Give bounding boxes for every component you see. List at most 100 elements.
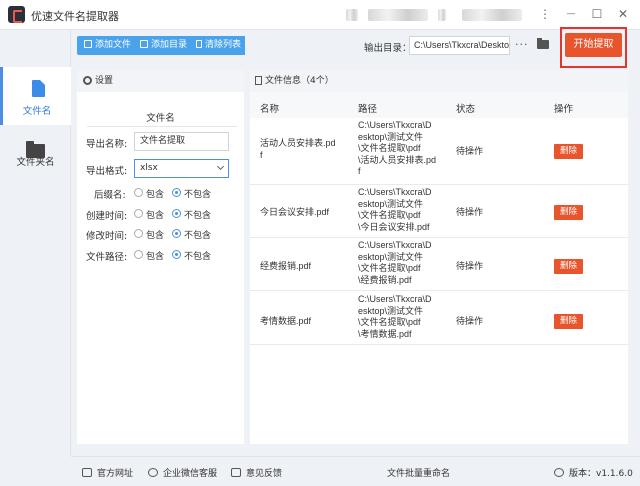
minimize-button[interactable]: — — [560, 4, 582, 24]
blurred-avatar — [346, 9, 358, 21]
table-row-4-name: 考情数据.pdf — [260, 316, 311, 328]
wechat-icon — [148, 468, 158, 477]
feedback-label: 意见反馈 — [246, 469, 283, 479]
suffix-include-radio[interactable] — [134, 188, 143, 197]
suffix-include-label: 包含 — [146, 190, 165, 200]
column-header-action: 操作 — [554, 104, 574, 115]
website-icon — [82, 468, 92, 477]
path-line: C:\Users\Tkxcra\D — [358, 240, 432, 250]
path-include-radio[interactable] — [134, 250, 143, 259]
path-line: esktop\测试文件 — [358, 305, 424, 316]
created-exclude-radio[interactable] — [172, 209, 181, 218]
path-line: C:\Users\Tkxcra\D — [358, 187, 432, 197]
export-name-label: 导出名称: — [86, 139, 128, 150]
refresh-icon — [554, 468, 564, 477]
table-row-2-name: 今日会议安排.pdf — [260, 207, 329, 219]
wechat-label: 企业微信客服 — [163, 469, 218, 479]
delete-button[interactable]: 删除 — [554, 259, 583, 274]
close-button[interactable]: ✕ — [612, 4, 634, 24]
delete-button[interactable]: 删除 — [554, 205, 583, 220]
path-line: C:\Users\Tkxcra\D — [358, 120, 432, 130]
suffix-exclude-radio[interactable] — [172, 188, 181, 197]
file-info-header: 文件信息（4个） — [250, 70, 628, 92]
clear-list-button[interactable]: 清除列表 — [192, 36, 246, 55]
row-divider — [250, 344, 628, 345]
document-icon — [255, 76, 262, 85]
path-line: \考情数据.pdf — [358, 328, 412, 339]
gear-icon — [83, 76, 92, 85]
menu-icon[interactable]: ⋮ — [534, 4, 556, 24]
footer-bar: 官方网址 企业微信客服 意见反馈 文件批量重命名 版本：v1.1.6.0 — [71, 456, 640, 486]
sidebar-item-foldername[interactable]: 文件夹名 — [0, 127, 71, 185]
modified-exclude-label: 不包含 — [184, 231, 212, 241]
title-bar: 优速文件名提取器 ⋮ — ☐ ✕ — [0, 0, 640, 30]
open-folder-icon[interactable] — [537, 38, 549, 49]
export-format-label: 导出格式: — [86, 166, 128, 177]
name-line: 经费报销.pdf — [260, 261, 312, 271]
modified-include-label: 包含 — [146, 231, 165, 241]
add-dir-label: 添加目录 — [151, 40, 188, 50]
section-title: 文件名 — [146, 113, 175, 124]
website-link[interactable]: 官方网址 — [82, 466, 133, 479]
maximize-button[interactable]: ☐ — [586, 4, 608, 24]
name-line: 活动人员安排表.pd — [260, 138, 336, 148]
table-row-3-name: 经费报销.pdf — [260, 261, 311, 273]
delete-button[interactable]: 删除 — [554, 314, 583, 329]
file-icon — [32, 80, 45, 97]
path-line: \经费报销.pdf — [358, 274, 412, 285]
table-row-2-path: C:\Users\Tkxcra\D esktop\测试文件 \文件名提取\pdf… — [358, 187, 432, 233]
add-folder-icon — [140, 40, 148, 48]
export-format-select[interactable]: xlsx — [134, 159, 229, 178]
more-options-button[interactable]: ··· — [515, 38, 529, 51]
suffix-label: 后缀名: — [94, 190, 126, 201]
column-header-status: 状态 — [456, 104, 476, 115]
trash-icon — [196, 40, 202, 48]
path-exclude-radio[interactable] — [172, 250, 181, 259]
feedback-link[interactable]: 意见反馈 — [231, 466, 282, 479]
row-divider — [250, 290, 628, 291]
created-time-label: 创建时间: — [86, 211, 128, 222]
created-include-label: 包含 — [146, 211, 165, 221]
settings-title: 设置 — [95, 76, 114, 86]
feedback-icon — [231, 468, 241, 477]
settings-panel: 设置 文件名 导出名称: 文件名提取 导出格式: xlsx 后缀名: 包含 不包… — [77, 70, 244, 444]
wechat-service-link[interactable]: 企业微信客服 — [148, 466, 217, 479]
path-line: esktop\测试文件 — [358, 198, 424, 209]
add-file-label: 添加文件 — [95, 40, 132, 50]
path-line: \文件名提取\pdf — [358, 317, 421, 327]
table-row-2-status: 待操作 — [456, 207, 484, 217]
path-include-label: 包含 — [146, 252, 165, 262]
row-divider — [250, 237, 628, 238]
website-label: 官方网址 — [97, 469, 134, 479]
table-row-1-status: 待操作 — [456, 146, 484, 156]
blurred-info — [462, 9, 522, 21]
table-row-4-path: C:\Users\Tkxcra\D esktop\测试文件 \文件名提取\pdf… — [358, 294, 432, 340]
clear-list-label: 清除列表 — [205, 40, 242, 50]
add-file-button[interactable]: 添加文件 — [80, 36, 136, 55]
output-dir-label: 输出目录： — [364, 43, 412, 54]
table-row-1-name: 活动人员安排表.pd f — [260, 138, 336, 161]
suffix-exclude-label: 不包含 — [184, 190, 212, 200]
sidebar-item-label: 文件夹名 — [16, 157, 55, 168]
section-divider — [87, 126, 237, 127]
batch-rename-link[interactable]: 文件批量重命名 — [387, 466, 450, 479]
modified-include-radio[interactable] — [134, 229, 143, 238]
modified-exclude-radio[interactable] — [172, 229, 181, 238]
output-dir-input[interactable]: C:\Users\Tkxcra\Desktop — [409, 36, 510, 55]
add-file-icon — [84, 40, 92, 48]
sidebar-item-filename[interactable]: 文件名 — [0, 67, 71, 125]
table-row-1-path: C:\Users\Tkxcra\D esktop\测试文件 \文件名提取\pdf… — [358, 120, 436, 178]
export-name-input[interactable]: 文件名提取 — [134, 132, 229, 151]
created-include-radio[interactable] — [134, 209, 143, 218]
path-exclude-label: 不包含 — [184, 252, 212, 262]
path-line: esktop\测试文件 — [358, 131, 424, 142]
start-extract-button[interactable]: 开始提取 — [565, 33, 622, 57]
version-label: 版本：v1.1.6.0 — [569, 469, 633, 479]
delete-button[interactable]: 删除 — [554, 144, 583, 159]
path-line: \今日会议安排.pdf — [358, 221, 430, 232]
add-dir-button[interactable]: 添加目录 — [136, 36, 192, 55]
path-line: esktop\测试文件 — [358, 251, 424, 262]
name-line: 考情数据.pdf — [260, 316, 312, 326]
column-header-name: 名称 — [260, 104, 280, 115]
sidebar: 文件名 文件夹名 — [0, 30, 71, 456]
